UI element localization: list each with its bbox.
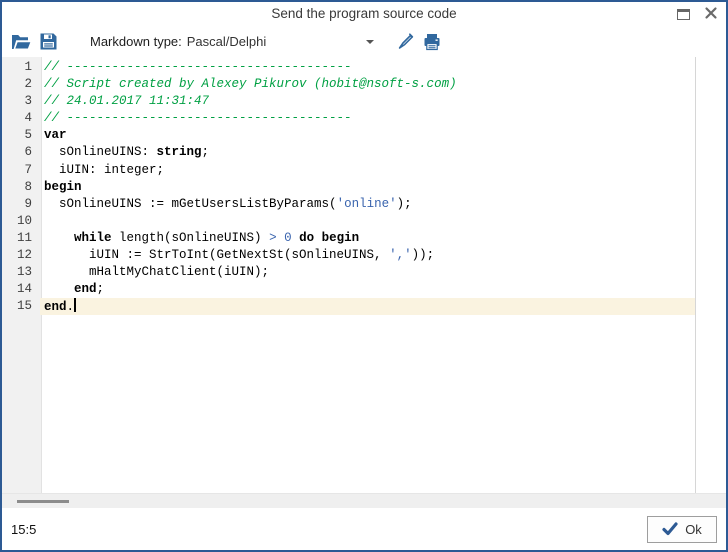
code-editor[interactable]: 1// ------------------------------------… xyxy=(2,57,726,493)
line-number: 9 xyxy=(2,196,40,213)
open-folder-icon xyxy=(11,33,32,51)
code-text: sOnlineUINS: string; xyxy=(40,144,209,161)
check-icon xyxy=(662,522,678,536)
line-number: 11 xyxy=(2,230,40,247)
line-number: 6 xyxy=(2,144,40,161)
code-line[interactable]: 6 sOnlineUINS: string; xyxy=(2,144,695,161)
code-line[interactable]: 8begin xyxy=(2,179,695,196)
code-text: end. xyxy=(40,298,76,315)
scrollbar-thumb[interactable] xyxy=(17,500,69,503)
open-file-button[interactable] xyxy=(10,31,32,53)
code-text: // 24.01.2017 11:31:47 xyxy=(40,93,209,110)
ok-button-label: Ok xyxy=(685,522,702,537)
title-bar: Send the program source code xyxy=(2,2,726,26)
dialog-window: Send the program source code xyxy=(0,0,728,552)
code-lines: 1// ------------------------------------… xyxy=(2,57,726,315)
code-text: var xyxy=(40,127,67,144)
code-line[interactable]: 4// ------------------------------------… xyxy=(2,110,695,127)
code-line[interactable]: 15end. xyxy=(2,298,695,315)
line-number: 1 xyxy=(2,59,40,76)
code-line[interactable]: 11 while length(sOnlineUINS) > 0 do begi… xyxy=(2,230,695,247)
code-line[interactable]: 2// Script created by Alexey Pikurov (ho… xyxy=(2,76,695,93)
status-bar: 15:5 Ok xyxy=(2,508,726,550)
code-text: mHaltMyChatClient(iUIN); xyxy=(40,264,269,281)
markdown-type-combobox[interactable]: Markdown type: Pascal/Delphi xyxy=(90,30,378,54)
save-button[interactable] xyxy=(37,31,59,53)
horizontal-scrollbar[interactable] xyxy=(2,493,726,508)
code-text: // Script created by Alexey Pikurov (hob… xyxy=(40,76,457,93)
maximize-button[interactable] xyxy=(677,9,690,20)
code-line[interactable]: 10 xyxy=(2,213,695,230)
print-button[interactable] xyxy=(421,31,443,53)
code-text: sOnlineUINS := mGetUsersListByParams('on… xyxy=(40,196,412,213)
line-number: 10 xyxy=(2,213,40,230)
code-text: // -------------------------------------… xyxy=(40,59,352,76)
chevron-down-icon xyxy=(366,40,374,44)
code-line[interactable]: 3// 24.01.2017 11:31:47 xyxy=(2,93,695,110)
line-number: 5 xyxy=(2,127,40,144)
line-number: 8 xyxy=(2,179,40,196)
code-text: while length(sOnlineUINS) > 0 do begin xyxy=(40,230,359,247)
line-number: 7 xyxy=(2,162,40,179)
code-text: begin xyxy=(40,179,82,196)
close-button[interactable] xyxy=(704,6,718,20)
code-text: // -------------------------------------… xyxy=(40,110,352,127)
caret-position: 15:5 xyxy=(11,522,36,537)
line-number: 15 xyxy=(2,298,40,315)
code-line[interactable]: 14 end; xyxy=(2,281,695,298)
code-line[interactable]: 13 mHaltMyChatClient(iUIN); xyxy=(2,264,695,281)
close-icon xyxy=(704,6,718,20)
window-title: Send the program source code xyxy=(2,6,726,21)
line-number: 4 xyxy=(2,110,40,127)
line-number: 12 xyxy=(2,247,40,264)
code-text xyxy=(40,213,44,230)
code-line[interactable]: 1// ------------------------------------… xyxy=(2,59,695,76)
code-text: iUIN: integer; xyxy=(40,162,164,179)
code-text: iUIN := StrToInt(GetNextSt(sOnlineUINS, … xyxy=(40,247,434,264)
code-text: end; xyxy=(40,281,104,298)
send-button[interactable] xyxy=(394,31,416,53)
toolbar: Markdown type: Pascal/Delphi xyxy=(2,26,726,57)
code-line[interactable]: 12 iUIN := StrToInt(GetNextSt(sOnlineUIN… xyxy=(2,247,695,264)
code-line[interactable]: 7 iUIN: integer; xyxy=(2,162,695,179)
code-line[interactable]: 5var xyxy=(2,127,695,144)
line-number: 3 xyxy=(2,93,40,110)
markdown-type-value: Pascal/Delphi xyxy=(187,34,267,49)
line-number: 14 xyxy=(2,281,40,298)
send-quill-icon xyxy=(395,32,415,52)
print-icon xyxy=(422,32,442,52)
code-line[interactable]: 9 sOnlineUINS := mGetUsersListByParams('… xyxy=(2,196,695,213)
text-cursor xyxy=(74,298,76,312)
save-icon xyxy=(39,32,58,51)
markdown-type-label: Markdown type: xyxy=(90,34,182,49)
line-number: 13 xyxy=(2,264,40,281)
ok-button[interactable]: Ok xyxy=(647,516,717,543)
line-number: 2 xyxy=(2,76,40,93)
